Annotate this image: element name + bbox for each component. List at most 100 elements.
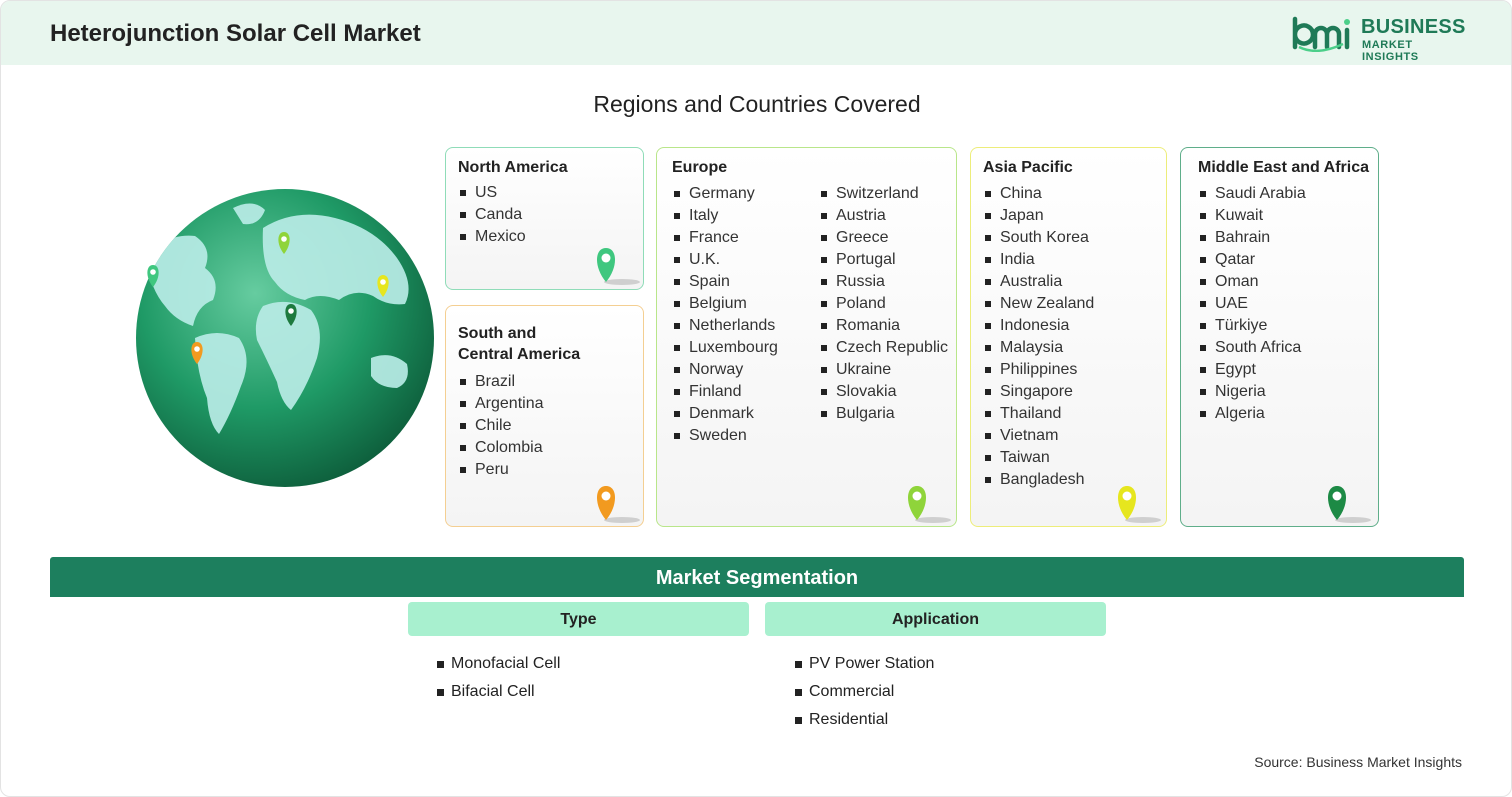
list-item: Argentina bbox=[458, 393, 544, 415]
list-item: Monofacial Cell bbox=[437, 650, 560, 678]
list-item: Ukraine bbox=[819, 359, 948, 381]
list-item: Thailand bbox=[983, 403, 1094, 425]
list-item: Poland bbox=[819, 293, 948, 315]
country-list-col2: Switzerland Austria Greece Portugal Russ… bbox=[819, 183, 948, 425]
region-card-middle-east-africa: Middle East and Africa Saudi Arabia Kuwa… bbox=[1180, 147, 1379, 527]
list-item: Bahrain bbox=[1198, 227, 1306, 249]
list-item: Indonesia bbox=[983, 315, 1094, 337]
list-item: Residential bbox=[795, 706, 934, 734]
list-item: Denmark bbox=[672, 403, 778, 425]
segment-list-type: Monofacial Cell Bifacial Cell bbox=[437, 650, 560, 706]
list-item: China bbox=[983, 183, 1094, 205]
list-item: Austria bbox=[819, 205, 948, 227]
region-card-europe: Europe Germany Italy France U.K. Spain B… bbox=[656, 147, 957, 527]
list-item: Romania bbox=[819, 315, 948, 337]
list-item: Peru bbox=[458, 459, 544, 481]
list-item: Oman bbox=[1198, 271, 1306, 293]
segmentation-bar: Market Segmentation bbox=[50, 557, 1464, 597]
list-item: Mexico bbox=[458, 226, 526, 248]
globe-icon bbox=[136, 189, 434, 487]
list-item: South Africa bbox=[1198, 337, 1306, 359]
list-item: Colombia bbox=[458, 437, 544, 459]
list-item: Italy bbox=[672, 205, 778, 227]
list-item: Saudi Arabia bbox=[1198, 183, 1306, 205]
region-name: Europe bbox=[672, 159, 728, 176]
list-item: Chile bbox=[458, 415, 544, 437]
segment-list-application: PV Power Station Commercial Residential bbox=[795, 650, 934, 734]
list-item: Norway bbox=[672, 359, 778, 381]
list-item: Germany bbox=[672, 183, 778, 205]
list-item: India bbox=[983, 249, 1094, 271]
list-item: Finland bbox=[672, 381, 778, 403]
logo-text-business: BUSINESS bbox=[1361, 16, 1466, 38]
list-item: PV Power Station bbox=[795, 650, 934, 678]
region-card-asia-pacific: Asia Pacific China Japan South Korea Ind… bbox=[970, 147, 1167, 527]
list-item: Singapore bbox=[983, 381, 1094, 403]
region-card-south-central-america: South and Central America Brazil Argenti… bbox=[445, 305, 644, 527]
list-item: Luxembourg bbox=[672, 337, 778, 359]
list-item: New Zealand bbox=[983, 293, 1094, 315]
list-item: Spain bbox=[672, 271, 778, 293]
list-item: Australia bbox=[983, 271, 1094, 293]
segmentation-title: Market Segmentation bbox=[655, 567, 859, 589]
region-card-north-america: North America US Canda Mexico bbox=[445, 147, 644, 290]
list-item: Kuwait bbox=[1198, 205, 1306, 227]
infographic-frame: Heterojunction Solar Cell Market BUSINES… bbox=[0, 0, 1512, 797]
source-note: Source: Business Market Insights bbox=[1254, 754, 1462, 770]
list-item: UAE bbox=[1198, 293, 1306, 315]
list-item: Japan bbox=[983, 205, 1094, 227]
location-pin-icon bbox=[908, 486, 951, 523]
country-list-col1: Germany Italy France U.K. Spain Belgium … bbox=[672, 183, 778, 447]
list-item: Malaysia bbox=[983, 337, 1094, 359]
list-item: South Korea bbox=[983, 227, 1094, 249]
list-item: Commercial bbox=[795, 678, 934, 706]
region-name: South and Central America bbox=[458, 323, 580, 365]
segment-header-application: Application bbox=[765, 602, 1106, 636]
regions-title: Regions and Countries Covered bbox=[593, 91, 921, 117]
brand-logo: BUSINESS MARKET INSIGHTS bbox=[1291, 16, 1471, 63]
region-name-line2: Central America bbox=[458, 346, 581, 363]
list-item: Canda bbox=[458, 204, 526, 226]
country-list: US Canda Mexico bbox=[458, 182, 526, 248]
list-item: Egypt bbox=[1198, 359, 1306, 381]
page-title: Heterojunction Solar Cell Market bbox=[50, 20, 421, 47]
list-item: US bbox=[458, 182, 526, 204]
segment-header-type: Type bbox=[408, 602, 749, 636]
list-item: Philippines bbox=[983, 359, 1094, 381]
list-item: Brazil bbox=[458, 371, 544, 393]
list-item: Taiwan bbox=[983, 447, 1094, 469]
list-item: Switzerland bbox=[819, 183, 948, 205]
bmi-logo-icon bbox=[1292, 16, 1350, 52]
location-pin-icon bbox=[1118, 486, 1161, 523]
country-list: Brazil Argentina Chile Colombia Peru bbox=[458, 371, 544, 481]
location-pin-icon bbox=[597, 486, 640, 523]
location-pin-icon bbox=[1328, 486, 1371, 523]
list-item: Türkiye bbox=[1198, 315, 1306, 337]
list-item: Greece bbox=[819, 227, 948, 249]
list-item: Algeria bbox=[1198, 403, 1306, 425]
logo-text-market-insights: MARKET INSIGHTS bbox=[1362, 39, 1419, 63]
list-item: Bifacial Cell bbox=[437, 678, 560, 706]
list-item: Bulgaria bbox=[819, 403, 948, 425]
region-name: Asia Pacific bbox=[983, 159, 1073, 176]
list-item: Russia bbox=[819, 271, 948, 293]
region-name: North America bbox=[458, 159, 568, 176]
list-item: Qatar bbox=[1198, 249, 1306, 271]
region-name-line1: South and bbox=[458, 325, 537, 342]
list-item: Belgium bbox=[672, 293, 778, 315]
list-item: U.K. bbox=[672, 249, 778, 271]
list-item: Netherlands bbox=[672, 315, 778, 337]
country-list: Saudi Arabia Kuwait Bahrain Qatar Oman U… bbox=[1198, 183, 1306, 425]
region-name: Middle East and Africa bbox=[1198, 159, 1369, 176]
list-item: Czech Republic bbox=[819, 337, 948, 359]
list-item: France bbox=[672, 227, 778, 249]
location-pin-icon bbox=[597, 248, 640, 285]
list-item: Bangladesh bbox=[983, 469, 1094, 491]
country-list: China Japan South Korea India Australia … bbox=[983, 183, 1094, 491]
list-item: Slovakia bbox=[819, 381, 948, 403]
list-item: Sweden bbox=[672, 425, 778, 447]
list-item: Nigeria bbox=[1198, 381, 1306, 403]
header-band: Heterojunction Solar Cell Market BUSINES… bbox=[1, 1, 1511, 65]
list-item: Vietnam bbox=[983, 425, 1094, 447]
list-item: Portugal bbox=[819, 249, 948, 271]
